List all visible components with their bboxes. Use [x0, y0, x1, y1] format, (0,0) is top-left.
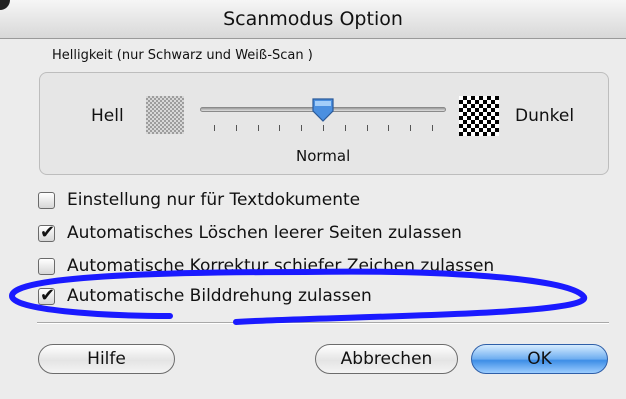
slider-tick — [323, 125, 324, 131]
help-button[interactable]: Hilfe — [38, 344, 175, 374]
brightness-dark-label: Dunkel — [515, 106, 575, 126]
light-pattern-icon — [146, 96, 184, 134]
checkbox[interactable]: ✔ — [38, 222, 56, 243]
window-title: Scanmodus Option — [223, 8, 403, 30]
check-icon: ✔ — [40, 285, 56, 306]
slider-tick — [388, 125, 390, 131]
slider-tick — [301, 125, 303, 131]
cancel-button[interactable]: Abbrechen — [315, 344, 458, 374]
slider-tick — [257, 125, 259, 131]
check-icon: ✔ — [40, 222, 56, 243]
slider-tick — [344, 125, 346, 131]
slider-tick — [366, 125, 368, 131]
brightness-slider[interactable] — [200, 95, 446, 135]
checkbox-label: Einstellung nur für Textdokumente — [67, 190, 361, 210]
title-bar[interactable]: Scanmodus Option — [0, 0, 626, 39]
slider-tick — [410, 125, 412, 131]
checkbox-label: Automatisches Löschen leerer Seiten zula… — [67, 223, 462, 243]
slider-tick — [235, 125, 237, 131]
slider-thumb[interactable] — [310, 97, 336, 123]
brightness-light-label: Hell — [91, 106, 124, 126]
checkbox[interactable] — [38, 192, 55, 209]
checkbox-label: Automatische Bilddrehung zulassen — [67, 286, 372, 306]
slider-tick — [432, 125, 433, 131]
dark-pattern-icon — [459, 96, 499, 136]
dialog-window: Scanmodus Option Helligkeit (nur Schwarz… — [0, 0, 626, 399]
checkbox[interactable] — [38, 258, 55, 275]
ok-button[interactable]: OK — [471, 344, 608, 374]
checkbox[interactable]: ✔ — [38, 285, 56, 306]
slider-tick — [279, 125, 281, 131]
brightness-group-title: Helligkeit (nur Schwarz und Weiß-Scan ) — [52, 48, 313, 63]
brightness-value-label: Normal — [296, 147, 351, 165]
slider-tick — [214, 125, 215, 131]
separator — [37, 322, 609, 324]
checkbox-label: Automatische Korrektur schiefer Zeichen … — [67, 256, 495, 276]
